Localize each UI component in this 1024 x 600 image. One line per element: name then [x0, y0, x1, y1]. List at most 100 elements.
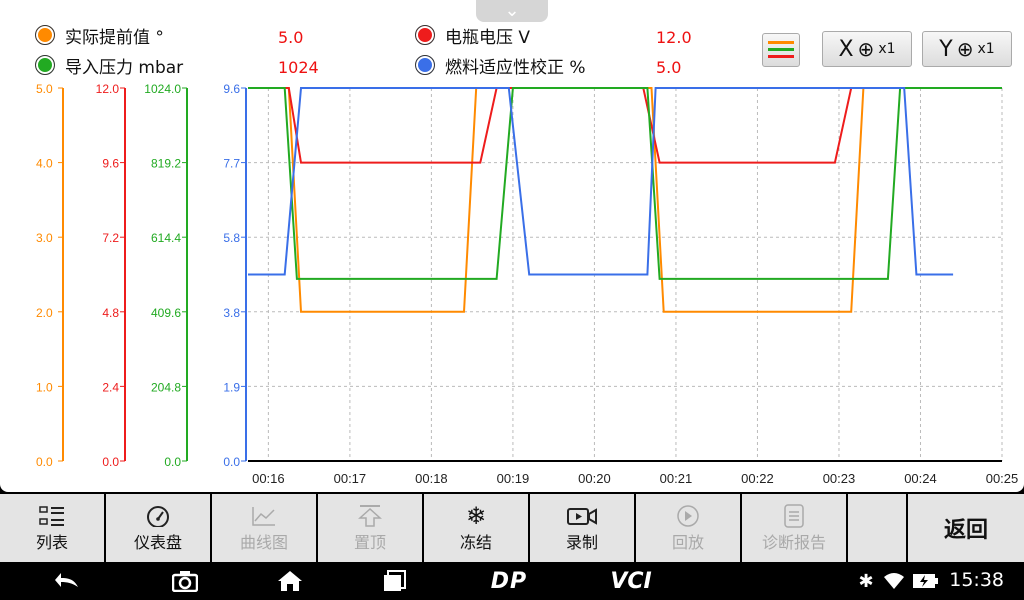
x-tick-label: 00:17: [334, 471, 367, 486]
x-tick-label: 00:18: [415, 471, 448, 486]
x-zoom-factor: x1: [878, 41, 896, 57]
camera-icon[interactable]: [170, 568, 200, 594]
pin-top-button: 置顶: [318, 494, 422, 562]
freeze-button[interactable]: ❄ 冻结: [424, 494, 528, 562]
y-tick-label: 1.0: [36, 380, 53, 394]
y-tick-label: 2.0: [36, 306, 53, 320]
y-tick-label: 1024.0: [144, 82, 181, 96]
y-tick-label: 819.2: [151, 157, 181, 171]
x-tick-label: 00:22: [741, 471, 774, 486]
x-tick-label: 00:23: [823, 471, 856, 486]
x-tick-label: 00:25: [986, 471, 1019, 486]
legend-item-intake-pressure: 导入压力 mbar: [35, 53, 184, 78]
wifi-icon: [882, 568, 906, 594]
series-line: [248, 87, 954, 276]
x-tick-label: 00:21: [660, 471, 693, 486]
legend-item-battery-voltage: 电瓶电压 V: [415, 23, 531, 48]
recent-apps-icon[interactable]: [380, 568, 410, 594]
y-tick-label: 9.6: [102, 157, 119, 171]
x-tick-label: 00:24: [904, 471, 937, 486]
data-stream-graph-window: ⌄ 实际提前值 ° 5.0 导入压力 mbar 1024 电瓶电压 V 12.0…: [0, 0, 1024, 492]
report-label: 诊断报告: [761, 533, 826, 552]
dp-logo[interactable]: DP: [486, 568, 532, 594]
legend-value: 5.0: [656, 58, 682, 77]
legend-item-ignition-advance: 实际提前值 °: [35, 23, 164, 48]
legend-label: 实际提前值 °: [65, 27, 164, 48]
bottom-toolbar: 列表 仪表盘 曲线图 置顶 ❄ 冻结 录制 回放 诊断报告 返回: [0, 494, 1024, 562]
x-tick-label: 00:19: [497, 471, 530, 486]
back-label: 返回: [943, 518, 988, 543]
legend-menu-button[interactable]: [762, 33, 800, 67]
collapse-handle[interactable]: ⌄: [476, 0, 548, 22]
record-button[interactable]: 录制: [530, 494, 634, 562]
legend-item-fuel-adaptation: 燃料适应性校正 %: [415, 53, 586, 78]
y-tick-label: 9.6: [223, 82, 240, 96]
legend-color-dot: [35, 25, 55, 45]
bluetooth-icon: ✱: [858, 570, 874, 592]
x-zoom-button[interactable]: X ⊕ x1: [822, 31, 912, 67]
video-camera-icon: [566, 503, 598, 529]
list-icon: [39, 503, 65, 529]
document-icon: [783, 503, 805, 529]
legend-value: 12.0: [656, 28, 692, 47]
list-label: 列表: [35, 533, 68, 552]
back-arrow-icon[interactable]: [52, 568, 82, 594]
y-tick-label: 7.2: [102, 231, 119, 245]
curve-label: 曲线图: [239, 533, 288, 552]
y-tick-label: 0.0: [223, 455, 240, 469]
y-zoom-button[interactable]: Y ⊕ x1: [922, 31, 1012, 67]
y-tick-label: 0.0: [102, 455, 119, 469]
legend-color-dot: [415, 55, 435, 75]
y-tick-label: 0.0: [36, 455, 53, 469]
y-tick-label: 1.9: [223, 380, 240, 394]
y-tick-label: 3.8: [223, 306, 240, 320]
line-chart-icon: [251, 503, 277, 529]
pin-top-label: 置顶: [353, 533, 386, 552]
legend-label: 导入压力 mbar: [65, 57, 184, 78]
curve-button: 曲线图: [212, 494, 316, 562]
y-tick-label: 0.0: [164, 455, 181, 469]
gauge-icon: [144, 503, 172, 529]
y-tick-label: 5.8: [223, 231, 240, 245]
legend-color-dot: [35, 55, 55, 75]
y-tick-label: 204.8: [151, 380, 181, 394]
dashboard-label: 仪表盘: [133, 533, 182, 552]
playback-label: 回放: [671, 533, 704, 552]
freeze-label: 冻结: [459, 533, 492, 552]
record-label: 录制: [565, 533, 598, 552]
series-line: [248, 87, 1002, 164]
home-icon[interactable]: [275, 568, 305, 594]
y-tick-label: 614.4: [151, 231, 181, 245]
system-navigation-bar: DP VCI ✱ 15:38: [0, 562, 1024, 600]
y-tick-label: 409.6: [151, 306, 181, 320]
list-button[interactable]: 列表: [0, 494, 104, 562]
legend-color-dot: [415, 25, 435, 45]
x-axis-label: X: [838, 36, 854, 62]
data-stream-chart[interactable]: 5.0 4.0 3.0 2.0 1.0 0.0 12.0 9.6 7.2 4.8 2.4 0.0 102…: [0, 80, 1024, 492]
y-tick-label: 4.0: [36, 157, 53, 171]
back-button[interactable]: 返回: [908, 494, 1024, 562]
replay-icon: [675, 503, 701, 529]
series-line: [248, 87, 1002, 280]
y-zoom-factor: x1: [977, 41, 995, 57]
report-button: 诊断报告: [742, 494, 846, 562]
legend-lines-icon: [768, 41, 794, 58]
y-tick-label: 5.0: [36, 82, 53, 96]
legend-value: 1024: [278, 58, 319, 77]
y-tick-label: 12.0: [96, 82, 120, 96]
legend-label: 电瓶电压 V: [445, 27, 531, 48]
battery-charging-icon: [912, 568, 940, 594]
zoom-in-icon: ⊕: [857, 37, 875, 61]
vci-logo[interactable]: VCI: [606, 568, 656, 594]
dashboard-button[interactable]: 仪表盘: [106, 494, 210, 562]
zoom-in-icon: ⊕: [956, 37, 974, 61]
legend-value: 5.0: [278, 28, 304, 47]
x-tick-label: 00:20: [578, 471, 611, 486]
y-tick-label: 4.8: [102, 306, 119, 320]
snowflake-icon: ❄: [465, 502, 487, 530]
toolbar-spacer: [848, 494, 906, 562]
y-tick-label: 2.4: [102, 380, 119, 394]
chevron-down-icon: ⌄: [504, 0, 520, 21]
y-tick-label: 3.0: [36, 231, 53, 245]
status-clock: 15:38: [949, 569, 1004, 591]
